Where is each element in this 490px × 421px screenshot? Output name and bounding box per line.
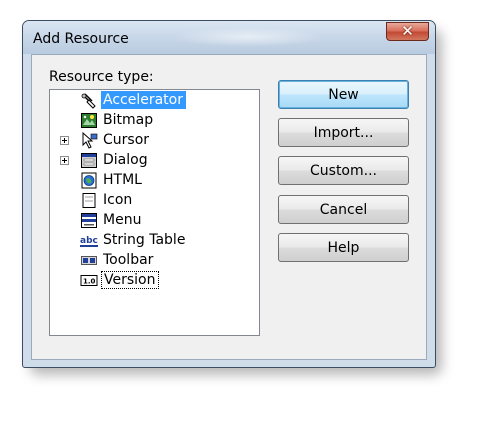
dialog-icon (80, 152, 98, 169)
tree-item-bitmap[interactable]: Bitmap (50, 111, 259, 130)
import-button[interactable]: Import... (278, 118, 409, 147)
resource-type-label: Resource type: (49, 69, 154, 85)
tree-item-dialog[interactable]: Dialog (50, 151, 259, 170)
tree-item-version[interactable]: 1.0 Version (50, 271, 259, 290)
tree-item-string-table[interactable]: abc String Table (50, 231, 259, 250)
tree-item-menu[interactable]: Menu (50, 211, 259, 230)
tree-item-icon[interactable]: Icon (50, 191, 259, 210)
close-button[interactable]: ✕ (386, 22, 429, 41)
add-resource-dialog: Add Resource ✕ Resource type: Accelerato… (22, 20, 436, 368)
tree-item-html[interactable]: HTML (50, 171, 259, 190)
tree-item-accelerator[interactable]: Accelerator (50, 91, 259, 110)
tree-item-label: Cursor (103, 132, 150, 148)
tree-item-label: Accelerator (101, 91, 186, 109)
menu-icon (80, 212, 98, 229)
dialog-client-area: Resource type: Accelerator Bitmap Cursor… (31, 54, 427, 360)
tree-item-cursor[interactable]: Cursor (50, 131, 259, 150)
tree-item-toolbar[interactable]: Toolbar (50, 251, 259, 270)
expand-icon[interactable] (60, 136, 69, 145)
tree-item-label: HTML (103, 172, 142, 188)
tree-item-label: Menu (103, 212, 142, 228)
tree-item-label: Dialog (103, 152, 148, 168)
icon-resource-icon (80, 192, 98, 209)
tree-item-label: Version (101, 271, 160, 289)
string-table-icon: abc (80, 232, 98, 249)
version-icon-text: 1.0 (83, 278, 96, 286)
html-icon (80, 172, 98, 189)
version-icon: 1.0 (80, 272, 98, 289)
cancel-button[interactable]: Cancel (278, 195, 409, 224)
cursor-icon (80, 132, 98, 149)
tree-item-label: Icon (103, 192, 133, 208)
tree-item-label: String Table (103, 232, 186, 248)
tree-item-label: Bitmap (103, 112, 154, 128)
dialog-title: Add Resource (33, 31, 129, 47)
tree-item-label: Toolbar (103, 252, 154, 268)
bitmap-icon (80, 112, 98, 129)
custom-button[interactable]: Custom... (278, 156, 409, 185)
expand-icon[interactable] (60, 156, 69, 165)
help-button[interactable]: Help (278, 233, 409, 262)
new-button[interactable]: New (278, 80, 409, 109)
toolbar-icon (80, 252, 98, 269)
title-bar-glass (173, 27, 323, 47)
string-table-icon-text: abc (80, 236, 98, 246)
resource-type-tree[interactable]: Accelerator Bitmap Cursor Dialog HTML Ic… (49, 89, 260, 336)
close-icon: ✕ (401, 22, 414, 40)
accelerator-icon (80, 92, 98, 109)
title-bar[interactable]: Add Resource ✕ (23, 21, 435, 54)
